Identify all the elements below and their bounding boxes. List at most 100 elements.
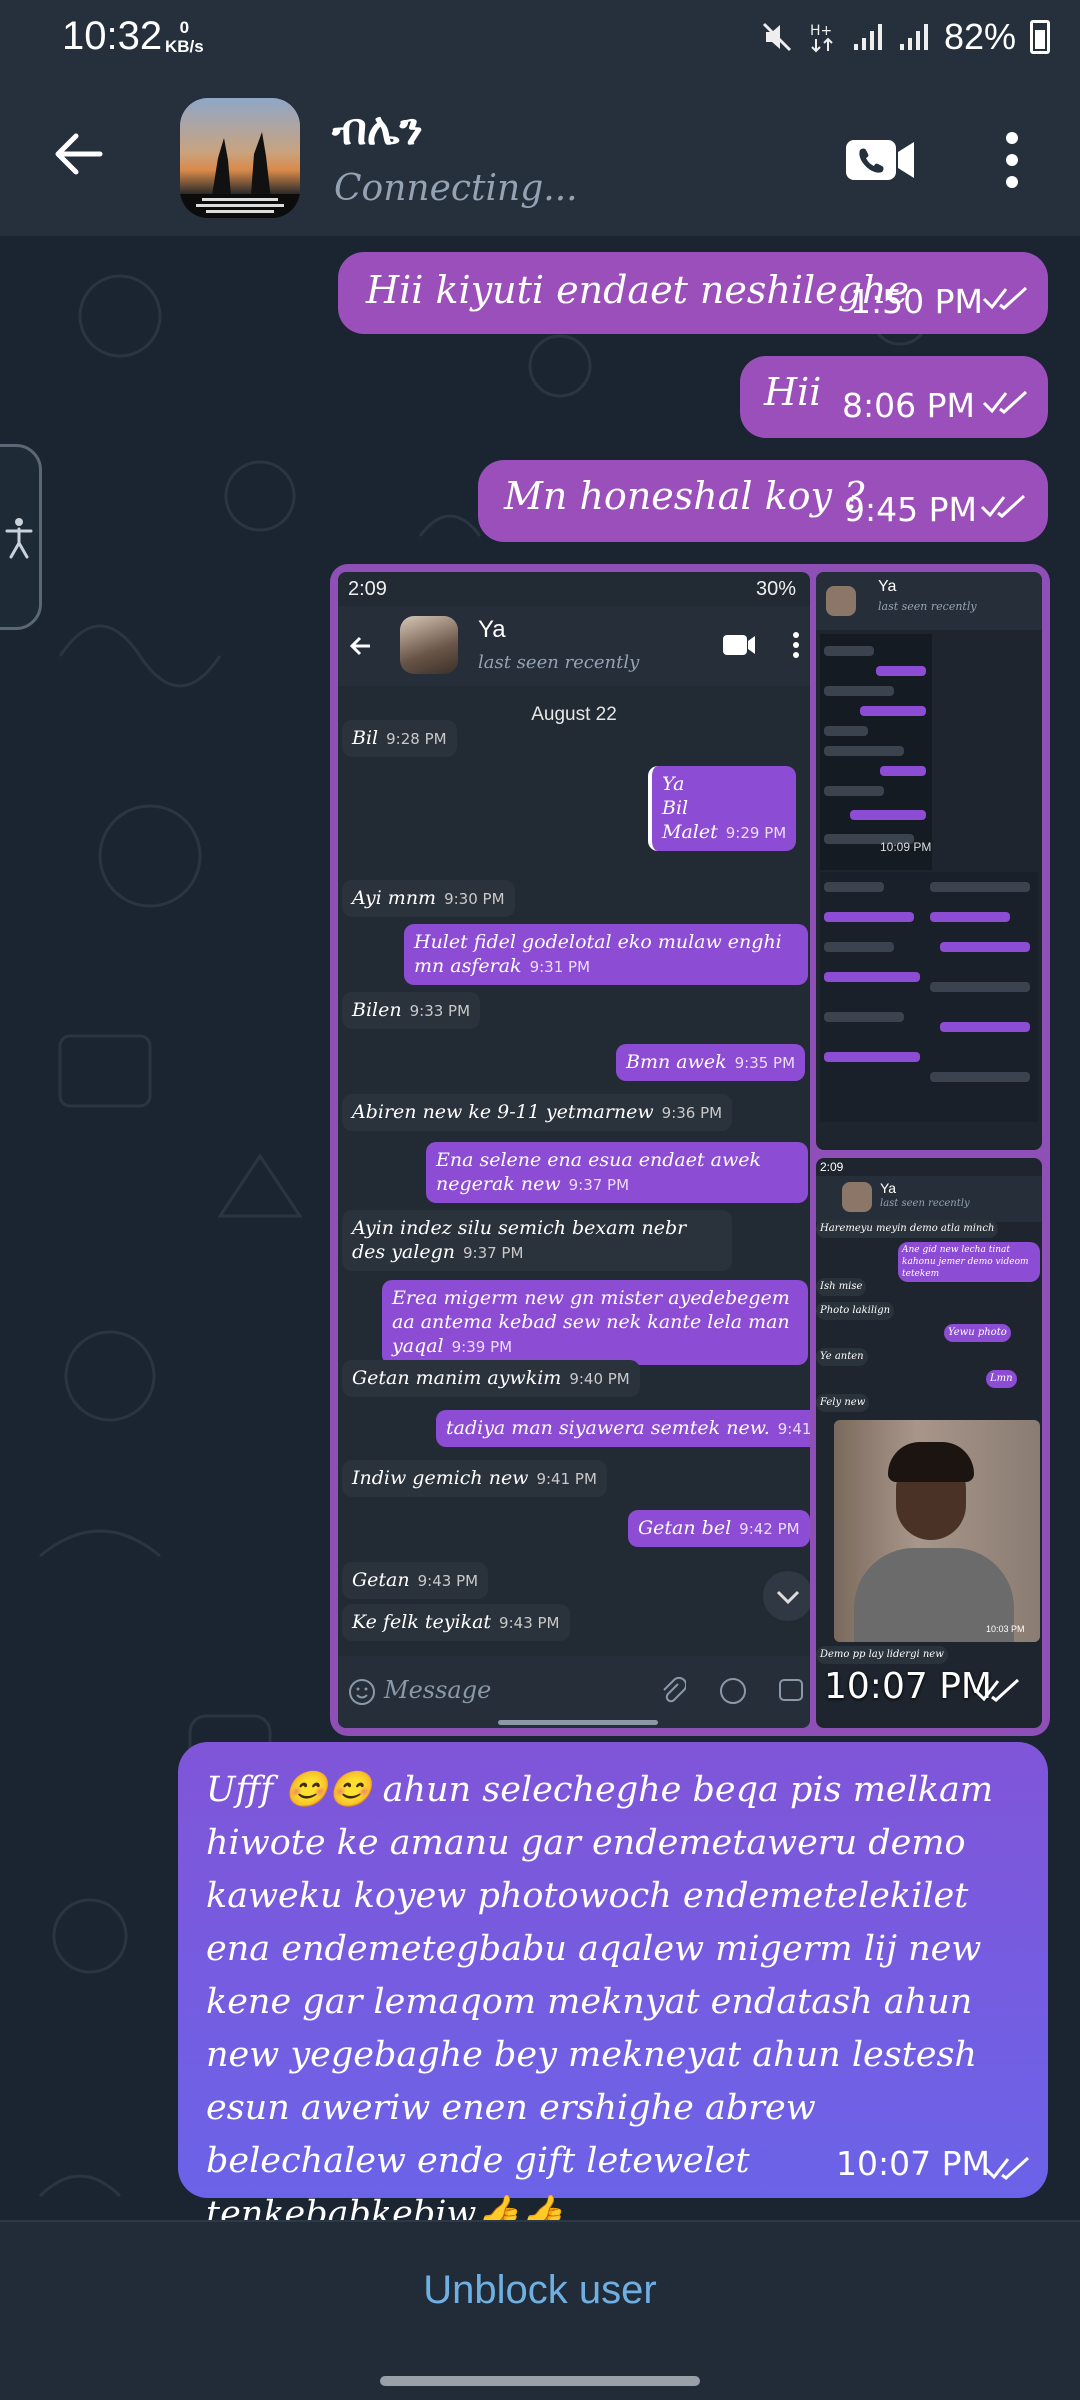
- status-bar: 10:32 0 KB/s H+ 82%: [0, 0, 1080, 80]
- chat-header: ብሌን Connecting...: [0, 80, 1080, 236]
- image-message-time: 10:07 PM: [824, 1666, 992, 1707]
- mini-back-arrow-icon: [349, 636, 370, 656]
- status-time: 10:32: [62, 14, 163, 58]
- mini-message: Bilen 9:33 PM: [342, 992, 481, 1029]
- side-bottom-name: Ya: [880, 1180, 897, 1196]
- mini-message: Ayin indez silu semich bexam nebr des ya…: [342, 1210, 732, 1271]
- mini-attach-icon: [663, 1676, 686, 1703]
- side-top-seen: last seen recently: [878, 600, 977, 613]
- mini-message: Abiren new ke 9-11 yetmarnew 9:36 PM: [342, 1094, 733, 1131]
- message-text: Mn honeshal koy ?: [504, 474, 865, 518]
- mute-icon: [762, 22, 791, 52]
- read-ticks-icon: [980, 494, 1026, 518]
- net-speed-unit: KB/s: [165, 37, 204, 56]
- mini-message: Hulet fidel godelotal eko mulaw enghi mn…: [404, 924, 808, 985]
- back-arrow-icon[interactable]: [48, 124, 108, 184]
- message-text: Hii: [764, 370, 822, 414]
- mini-message: Ane gid new lecha tinat kahonu jemer dem…: [898, 1242, 1040, 1282]
- mini-more-icon: [793, 632, 799, 658]
- mini-input-placeholder: Message: [384, 1676, 492, 1704]
- mini-message: Ya Bil Malet 9:29 PM: [648, 766, 797, 851]
- mini-battery: 30%: [755, 578, 796, 600]
- read-ticks-icon: [982, 390, 1028, 414]
- message-time: 9:45 PM: [844, 490, 977, 529]
- mini-emoji-icon: [349, 1679, 375, 1705]
- mini-message: Getan manim aywkim 9:40 PM: [342, 1360, 640, 1397]
- side-top-header: Ya last seen recently: [816, 572, 1042, 630]
- signal-icon: [899, 24, 928, 50]
- net-speed: 0 KB/s: [165, 18, 204, 56]
- side-bottom-avatar: [842, 1182, 872, 1212]
- mini-avatar: [400, 616, 458, 674]
- mini-message: Ena selene ena esua endaet awek negerak …: [426, 1142, 808, 1203]
- message-bubble[interactable]: Mn honeshal koy ? 9:45 PM: [478, 460, 1048, 542]
- long-message-bubble[interactable]: Ufff 😊😊 ahun selecheghe beqa pis melkam …: [178, 1742, 1048, 2234]
- read-ticks-icon: [984, 2156, 1030, 2180]
- mini-message: Demo pp lay lidergi new: [816, 1646, 948, 1664]
- side-top-nested-shot-2: [820, 872, 1038, 1122]
- mini-message: Ish mise: [816, 1278, 867, 1296]
- bottom-bar: Unblock user: [0, 2220, 1080, 2400]
- status-icons: H+ 82%: [760, 16, 1050, 58]
- battery-percent: 82%: [943, 16, 1016, 57]
- mini-message: Bil 9:28 PM: [342, 720, 457, 757]
- mini-chat-header: Ya last seen recently: [338, 606, 810, 686]
- mini-message-input: Message: [338, 1656, 810, 1728]
- accessibility-tab[interactable]: [0, 444, 42, 630]
- mini-scroll-down-icon: [763, 1571, 810, 1621]
- praying-hands-image: [180, 132, 300, 218]
- mini-message: Bmn awek 9:35 PM: [616, 1044, 806, 1081]
- side-top-avatar: [826, 586, 856, 616]
- mini-sticker-icon: [720, 1678, 746, 1704]
- side-bottom-header: Ya last seen recently: [816, 1176, 1042, 1222]
- chat-title[interactable]: ብሌን: [332, 104, 423, 155]
- mini-message: Ye anten: [816, 1348, 868, 1366]
- accessibility-icon: [5, 518, 33, 559]
- data-icon: H+: [810, 23, 833, 53]
- signal-icon: [853, 24, 882, 50]
- avatar[interactable]: [180, 98, 300, 218]
- mini-home-indicator: [498, 1720, 658, 1725]
- message-time: 1:50 PM: [850, 282, 983, 321]
- mini-message: Fely new: [816, 1394, 870, 1412]
- read-ticks-icon: [982, 286, 1028, 310]
- mini-message: Haremeyu meyin demo atla minch: [816, 1220, 999, 1238]
- message-time: 8:06 PM: [842, 386, 975, 425]
- screenshot-image[interactable]: 2:09 30% Ya last seen recently August 22…: [338, 572, 810, 1728]
- mini-contact-status: last seen recently: [478, 652, 640, 673]
- message-bubble[interactable]: Hii 8:06 PM: [740, 356, 1048, 438]
- unblock-user-button[interactable]: Unblock user: [0, 2268, 1080, 2313]
- message-bubble[interactable]: Hii kiyuti endaet neshileghe 1:50 PM: [338, 252, 1048, 334]
- video-call-icon[interactable]: [844, 138, 916, 182]
- mini-message: Photo lakilign: [816, 1302, 895, 1320]
- home-indicator[interactable]: [380, 2376, 700, 2386]
- screenshot-image-side-bottom[interactable]: 2:09 Ya last seen recently Haremeyu meyi…: [816, 1158, 1042, 1728]
- mini-status-time: 2:09: [348, 578, 387, 600]
- mini-message: Indiw gemich new 9:41 PM: [342, 1460, 607, 1497]
- mini-message: Yewu photo: [944, 1324, 1011, 1342]
- mini-video-icon: [723, 635, 755, 655]
- long-message-time: 10:07 PM: [836, 2144, 990, 2183]
- more-vert-icon[interactable]: [1004, 132, 1020, 188]
- read-ticks-icon: [974, 1678, 1020, 1702]
- net-speed-value: 0: [179, 18, 190, 37]
- mini-message: Ayi mnm 9:30 PM: [342, 880, 515, 917]
- mini-message: tadiya man siyawera semtek new.9:41 PM: [436, 1410, 810, 1447]
- side-bottom-status-time: 2:09: [820, 1160, 844, 1174]
- side-top-time: 10:09 PM: [880, 840, 932, 854]
- side-top-nested-shot: [820, 634, 932, 870]
- mini-message: Getan 9:43 PM: [342, 1562, 489, 1599]
- battery-icon: [1030, 20, 1050, 54]
- photo-time: 10:03 PM: [986, 1624, 1025, 1634]
- mini-message: Erea migerm new gn mister ayedebegem aa …: [382, 1280, 808, 1365]
- mini-contact-name: Ya: [478, 616, 506, 643]
- side-bottom-seen: last seen recently: [880, 1198, 970, 1209]
- side-top-name: Ya: [878, 578, 897, 595]
- screenshot-image-side-top[interactable]: Ya last seen recently 10:09 PM: [816, 572, 1042, 1150]
- chat-status: Connecting...: [334, 168, 578, 209]
- mini-message: Ke felk teyikat 9:43 PM: [342, 1604, 570, 1641]
- portrait-photo: 10:03 PM: [834, 1420, 1040, 1642]
- message-text: Hii kiyuti endaet neshileghe: [366, 268, 909, 312]
- mini-camera-icon: [779, 1679, 803, 1701]
- mini-message: Getan bel 9:42 PM: [628, 1510, 810, 1547]
